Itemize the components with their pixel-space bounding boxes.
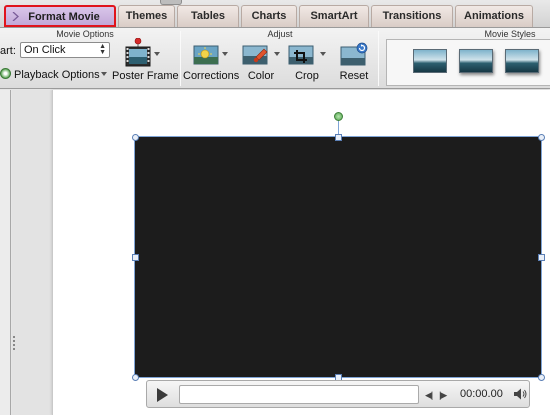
color-icon xyxy=(242,45,268,65)
tab-charts[interactable]: Charts xyxy=(241,5,297,27)
tab-label: SmartArt xyxy=(310,10,358,22)
chevron-down-icon xyxy=(222,52,228,56)
resize-handle-bottom-left[interactable] xyxy=(132,374,139,381)
rotate-handle[interactable] xyxy=(334,112,343,121)
ribbon-tab-bar: Format Movie Themes Tables Charts SmartA… xyxy=(0,0,550,28)
movie-style-thumbnail[interactable] xyxy=(505,49,539,73)
tab-label: Tables xyxy=(190,10,226,22)
chevron-down-icon xyxy=(154,52,160,56)
start-select[interactable]: On Click ▲ ▼ xyxy=(20,42,110,58)
canvas-gutter xyxy=(12,90,52,415)
group-title-movie-options: Movie Options xyxy=(56,29,114,39)
resize-handle-right[interactable] xyxy=(538,254,545,261)
movie-player-bar: ◀| |▶ 00:00.00 xyxy=(146,380,530,408)
poster-frame-button[interactable]: Poster Frame xyxy=(112,38,179,86)
resize-handle-top-right[interactable] xyxy=(538,134,545,141)
tab-tables[interactable]: Tables xyxy=(177,5,239,27)
resize-handle-top[interactable] xyxy=(335,134,342,141)
tab-label: Animations xyxy=(464,10,524,22)
crop-button[interactable]: Crop xyxy=(285,42,329,86)
ribbon-panel: Movie Options Adjust Movie Styles art: O… xyxy=(0,28,550,89)
movie-style-thumbnail[interactable] xyxy=(413,49,447,73)
corrections-button[interactable]: Corrections xyxy=(183,42,240,86)
resize-handle-left[interactable] xyxy=(132,254,139,261)
playback-options-icon xyxy=(0,68,11,79)
group-separator xyxy=(180,31,181,86)
group-separator xyxy=(378,31,379,86)
chevron-down-icon xyxy=(274,52,280,56)
tab-label: Transitions xyxy=(382,10,442,22)
crop-label: Crop xyxy=(295,70,319,82)
splitter-grip-icon[interactable] xyxy=(12,336,16,354)
stepper-arrows-icon: ▲ ▼ xyxy=(99,43,106,56)
step-back-icon[interactable]: ◀| xyxy=(425,390,433,401)
volume-icon[interactable] xyxy=(513,387,527,401)
resize-handle-top-left[interactable] xyxy=(132,134,139,141)
resize-handle-bottom-right[interactable] xyxy=(538,374,545,381)
slide-pane xyxy=(0,90,11,415)
tab-label: Charts xyxy=(251,10,287,22)
chevron-down-icon xyxy=(101,72,107,76)
tab-format-movie[interactable]: Format Movie xyxy=(4,5,116,27)
tab-label: Format Movie xyxy=(28,11,100,23)
group-title-movie-styles: Movie Styles xyxy=(484,29,536,39)
play-icon[interactable] xyxy=(157,388,168,402)
color-label: Color xyxy=(247,70,275,82)
step-forward-icon[interactable]: |▶ xyxy=(439,390,447,401)
start-label: art: xyxy=(0,45,16,57)
reset-label: Reset xyxy=(339,70,369,82)
tab-themes[interactable]: Themes xyxy=(118,5,175,27)
chevron-right-icon xyxy=(12,12,19,21)
scrub-track[interactable] xyxy=(179,385,419,404)
corrections-icon xyxy=(193,45,219,65)
color-button[interactable]: Color xyxy=(240,42,282,86)
playback-options-button[interactable]: Playback Options xyxy=(14,69,100,81)
movie-styles-gallery xyxy=(386,39,550,86)
group-title-adjust: Adjust xyxy=(267,29,293,39)
poster-frame-icon xyxy=(125,38,151,67)
crop-icon xyxy=(288,45,314,65)
tab-transitions[interactable]: Transitions xyxy=(371,5,453,27)
reset-icon xyxy=(340,42,368,66)
corrections-label: Corrections xyxy=(183,70,240,82)
movie-frame[interactable] xyxy=(134,136,542,378)
tab-animations[interactable]: Animations xyxy=(455,5,533,27)
playback-time: 00:00.00 xyxy=(460,388,503,400)
chevron-down-icon xyxy=(320,52,326,56)
movie-style-thumbnail[interactable] xyxy=(459,49,493,73)
poster-frame-label: Poster Frame xyxy=(112,70,179,82)
start-select-value: On Click xyxy=(24,44,66,56)
reset-button[interactable]: Reset xyxy=(334,42,374,86)
tab-label: Themes xyxy=(125,10,168,22)
tab-smartart[interactable]: SmartArt xyxy=(299,5,369,27)
